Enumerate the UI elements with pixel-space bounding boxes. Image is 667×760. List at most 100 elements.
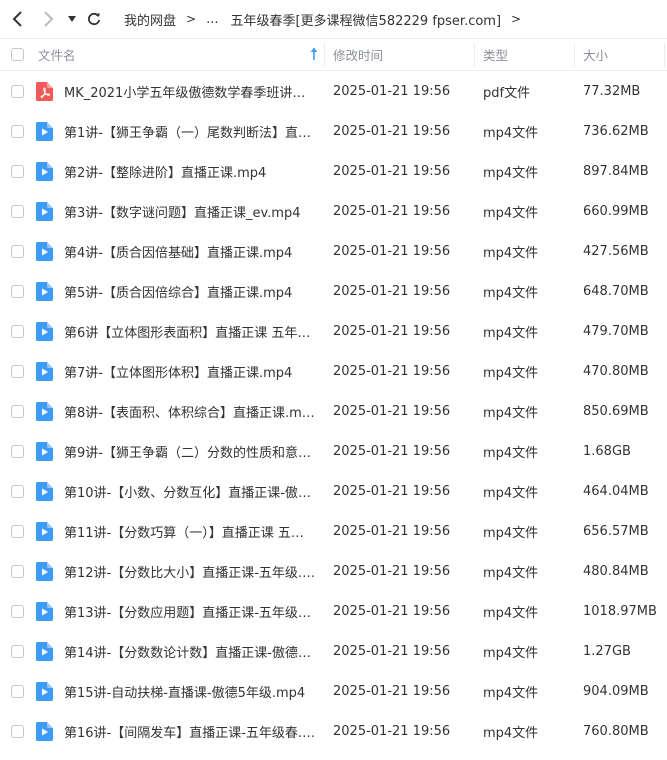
file-name-text: MK_2021小学五年级傲德数学春季班讲义.pdf: [64, 85, 316, 101]
row-checkbox[interactable]: [11, 525, 24, 538]
file-name[interactable]: 第3讲-【数字谜问题】直播正课_ev.mp4: [64, 191, 316, 231]
file-row[interactable]: 第9讲-【狮王争霸（二）分数的性质和意义】... 2025-01-21 19:56…: [0, 431, 667, 471]
file-row[interactable]: 第13讲-【分数应用题】直播正课-五年级傲德... 2025-01-21 19:5…: [0, 591, 667, 631]
column-divider[interactable]: [324, 43, 325, 67]
select-all-checkbox-cell: [11, 39, 24, 70]
row-checkbox[interactable]: [11, 205, 24, 218]
file-modified-time: 2025-01-21 19:56: [333, 683, 451, 699]
file-name-text: 第16讲-【间隔发车】直播正课-五年级春.mp4: [64, 725, 316, 741]
file-name-text: 第8讲-【表面积、体积综合】直播正课.mp4: [64, 405, 316, 421]
file-modified-time: 2025-01-21 19:56: [333, 523, 451, 539]
file-name[interactable]: 第2讲-【整除进阶】直播正课.mp4: [64, 151, 316, 191]
file-name[interactable]: 第7讲-【立体图形体积】直播正课.mp4: [64, 351, 316, 391]
file-modified-time: 2025-01-21 19:56: [333, 283, 451, 299]
row-checkbox[interactable]: [11, 445, 24, 458]
file-row[interactable]: 第8讲-【表面积、体积综合】直播正课.mp4 2025-01-21 19:56 mp…: [0, 391, 667, 431]
row-checkbox[interactable]: [11, 285, 24, 298]
file-name-text: 第2讲-【整除进阶】直播正课.mp4: [64, 165, 267, 181]
row-checkbox[interactable]: [11, 85, 24, 98]
file-name[interactable]: MK_2021小学五年级傲德数学春季班讲义.pdf: [64, 71, 316, 111]
column-header-modified[interactable]: 修改时间: [333, 39, 383, 70]
row-checkbox[interactable]: [11, 245, 24, 258]
file-name-text: 第11讲-【分数巧算（一）】直播正课 五年级...: [64, 525, 316, 541]
file-row[interactable]: 第1讲-【狮王争霸（一）尾数判断法】直播正... 2025-01-21 19:56…: [0, 111, 667, 151]
file-type: mp4文件: [483, 725, 539, 741]
row-checkbox[interactable]: [11, 405, 24, 418]
file-row[interactable]: 第14讲-【分数数论计数】直播正课-傲德5.m... 2025-01-21 19:…: [0, 631, 667, 671]
video-icon: [36, 482, 53, 501]
history-dropdown-button[interactable]: [62, 8, 82, 30]
file-row[interactable]: 第3讲-【数字谜问题】直播正课_ev.mp4 2025-01-21 19:56 mp…: [0, 191, 667, 231]
file-name-text: 第12讲-【分数比大小】直播正课-五年级.mp4: [64, 565, 316, 581]
file-row[interactable]: 第12讲-【分数比大小】直播正课-五年级.mp4 2025-01-21 19:56…: [0, 551, 667, 591]
file-modified-time: 2025-01-21 19:56: [333, 483, 451, 499]
select-all-checkbox[interactable]: [11, 48, 24, 61]
file-modified-time: 2025-01-21 19:56: [333, 83, 451, 99]
file-row[interactable]: 第4讲-【质合因倍基础】直播正课.mp4 2025-01-21 19:56 mp4文…: [0, 231, 667, 271]
row-checkbox[interactable]: [11, 485, 24, 498]
row-checkbox[interactable]: [11, 645, 24, 658]
row-checkbox[interactable]: [11, 165, 24, 178]
row-checkbox[interactable]: [11, 365, 24, 378]
refresh-button[interactable]: [84, 8, 104, 30]
file-name[interactable]: 第15讲-自动扶梯-直播课-傲德5年级.mp4: [64, 671, 316, 711]
column-divider[interactable]: [474, 43, 475, 67]
file-name[interactable]: 第16讲-【间隔发车】直播正课-五年级春.mp4: [64, 711, 316, 751]
file-list-header: 文件名 修改时间 类型 大小: [0, 38, 667, 71]
file-name[interactable]: 第8讲-【表面积、体积综合】直播正课.mp4: [64, 391, 316, 431]
breadcrumb-end-separator-icon: >: [511, 12, 522, 26]
file-row[interactable]: 第10讲-【小数、分数互化】直播正课-傲德五... 2025-01-21 19:5…: [0, 471, 667, 511]
row-checkbox[interactable]: [11, 725, 24, 738]
file-type: mp4文件: [483, 405, 539, 421]
file-name[interactable]: 第12讲-【分数比大小】直播正课-五年级.mp4: [64, 551, 316, 591]
row-checkbox[interactable]: [11, 605, 24, 618]
column-header-name[interactable]: 文件名: [38, 39, 76, 70]
file-name-text: 第6讲【立体图形表面积】直播正课 五年级春...: [64, 325, 316, 341]
row-checkbox[interactable]: [11, 125, 24, 138]
pdf-icon: [36, 82, 53, 101]
file-name[interactable]: 第4讲-【质合因倍基础】直播正课.mp4: [64, 231, 316, 271]
video-icon: [36, 362, 53, 381]
file-name[interactable]: 第5讲-【质合因倍综合】直播正课.mp4: [64, 271, 316, 311]
file-name[interactable]: 第11讲-【分数巧算（一）】直播正课 五年级...: [64, 511, 316, 551]
row-checkbox[interactable]: [11, 565, 24, 578]
file-name[interactable]: 第1讲-【狮王争霸（一）尾数判断法】直播正...: [64, 111, 316, 151]
file-type: mp4文件: [483, 485, 539, 501]
file-row[interactable]: MK_2021小学五年级傲德数学春季班讲义.pdf 2025-01-21 19:5…: [0, 71, 667, 111]
file-row[interactable]: 第11讲-【分数巧算（一）】直播正课 五年级... 2025-01-21 19:5…: [0, 511, 667, 551]
breadcrumb-current[interactable]: 五年级春季[更多课程微信582229 fpser.com]: [230, 10, 501, 29]
file-size: 648.70MB: [583, 283, 649, 299]
file-row[interactable]: 第7讲-【立体图形体积】直播正课.mp4 2025-01-21 19:56 mp4文…: [0, 351, 667, 391]
file-row[interactable]: 第15讲-自动扶梯-直播课-傲德5年级.mp4 2025-01-21 19:56 m…: [0, 671, 667, 711]
file-modified-time: 2025-01-21 19:56: [333, 243, 451, 259]
row-checkbox[interactable]: [11, 685, 24, 698]
file-size: 660.99MB: [583, 203, 649, 219]
breadcrumb-root[interactable]: 我的网盘: [124, 10, 176, 29]
video-icon: [36, 522, 53, 541]
file-row[interactable]: 第5讲-【质合因倍综合】直播正课.mp4 2025-01-21 19:56 mp4文…: [0, 271, 667, 311]
file-name-text: 第13讲-【分数应用题】直播正课-五年级傲德...: [64, 605, 316, 621]
file-name[interactable]: 第14讲-【分数数论计数】直播正课-傲德5.m...: [64, 631, 316, 671]
file-type: mp4文件: [483, 525, 539, 541]
refresh-icon: [88, 12, 101, 26]
file-name[interactable]: 第9讲-【狮王争霸（二）分数的性质和意义】...: [64, 431, 316, 471]
video-icon: [36, 442, 53, 461]
file-row[interactable]: 第16讲-【间隔发车】直播正课-五年级春.mp4 2025-01-21 19:56…: [0, 711, 667, 751]
forward-button[interactable]: [38, 8, 58, 30]
file-name[interactable]: 第10讲-【小数、分数互化】直播正课-傲德五...: [64, 471, 316, 511]
file-row[interactable]: 第2讲-【整除进阶】直播正课.mp4 2025-01-21 19:56 mp4文件 8…: [0, 151, 667, 191]
file-name[interactable]: 第13讲-【分数应用题】直播正课-五年级傲德...: [64, 591, 316, 631]
file-size: 427.56MB: [583, 243, 649, 259]
back-button[interactable]: [8, 8, 28, 30]
file-modified-time: 2025-01-21 19:56: [333, 163, 451, 179]
file-name[interactable]: 第6讲【立体图形表面积】直播正课 五年级春...: [64, 311, 316, 351]
sort-ascending-icon[interactable]: [309, 47, 319, 61]
column-header-size[interactable]: 大小: [583, 39, 608, 70]
file-name-text: 第4讲-【质合因倍基础】直播正课.mp4: [64, 245, 293, 261]
file-row[interactable]: 第6讲【立体图形表面积】直播正课 五年级春... 2025-01-21 19:56…: [0, 311, 667, 351]
row-checkbox[interactable]: [11, 325, 24, 338]
column-divider[interactable]: [664, 43, 665, 67]
column-header-type[interactable]: 类型: [483, 39, 508, 70]
column-divider[interactable]: [574, 43, 575, 67]
breadcrumb-ellipsis[interactable]: ...: [206, 12, 218, 27]
